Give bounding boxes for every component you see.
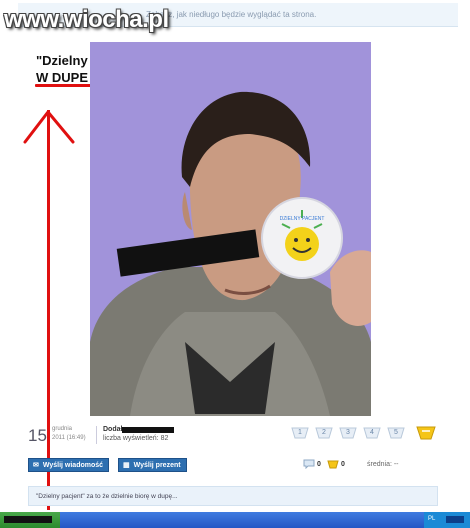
comment-preview-box[interactable]: "Dzielny pacjent" za to że dzielnie bior… bbox=[28, 486, 438, 506]
language-indicator[interactable]: PL bbox=[428, 516, 435, 522]
author-redaction bbox=[122, 427, 174, 433]
screenshot-page: Zobacz, jak niedługo będzie wyglądać ta … bbox=[0, 0, 470, 528]
rating-option-5[interactable]: 5 bbox=[386, 425, 406, 441]
rating-option-4[interactable]: 4 bbox=[362, 425, 382, 441]
photo-illustration: DZIELNY PACJENT bbox=[90, 42, 371, 416]
post-photo[interactable]: DZIELNY PACJENT bbox=[90, 42, 371, 416]
site-logo-watermark: www.wiocha.pl bbox=[4, 6, 169, 33]
start-label-redaction bbox=[4, 516, 52, 523]
rating-option-label: 4 bbox=[370, 429, 374, 436]
rating-option-label: 2 bbox=[322, 429, 326, 436]
os-taskbar: PL bbox=[0, 512, 470, 528]
rating-option-3[interactable]: 3 bbox=[338, 425, 358, 441]
annotation-arrow-shaft bbox=[47, 110, 50, 510]
rating-option-label: 5 bbox=[394, 429, 398, 436]
comment-count: 0 bbox=[317, 461, 321, 468]
start-button[interactable] bbox=[0, 512, 60, 528]
rating-option-1[interactable]: 1 bbox=[290, 425, 310, 441]
annotation-arrow-head-icon bbox=[23, 110, 75, 144]
views-count: liczba wyświetleń: 82 bbox=[103, 435, 169, 442]
annotation-underline-2 bbox=[35, 84, 93, 87]
send-message-label: Wyślij wiadomość bbox=[42, 461, 104, 469]
sticker-text: DZIELNY PACJENT bbox=[280, 216, 325, 222]
meta-divider bbox=[96, 426, 97, 444]
added-by-label: Dodał bbox=[103, 426, 123, 433]
rating-option-label: 3 bbox=[346, 429, 350, 436]
post-date-day: 15 bbox=[28, 426, 47, 445]
system-tray: PL bbox=[424, 512, 470, 528]
trophy-icon[interactable] bbox=[414, 424, 438, 442]
banner-text[interactable]: Zobacz, jak niedługo będzie wyglądać ta … bbox=[146, 10, 316, 19]
envelope-icon: ✉ bbox=[33, 462, 39, 469]
average-rating: średnia: -- bbox=[367, 461, 399, 468]
clock-redaction bbox=[446, 516, 464, 523]
comment-preview-text: "Dzielny pacjent" za to że dzielnie bior… bbox=[36, 493, 178, 500]
gift-count: 0 bbox=[341, 461, 345, 468]
rating-option-2[interactable]: 2 bbox=[314, 425, 334, 441]
gift-count-icon bbox=[327, 460, 339, 469]
send-gift-button[interactable]: ▦ Wyślij prezent bbox=[118, 458, 187, 472]
send-message-button[interactable]: ✉ Wyślij wiadomość bbox=[28, 458, 110, 472]
gift-icon: ▦ bbox=[123, 462, 130, 469]
post-date-time: 2011 (16:49) bbox=[52, 435, 86, 441]
rating-option-label: 1 bbox=[298, 429, 302, 436]
post-date-month: grudnia bbox=[52, 426, 73, 432]
comment-icon bbox=[303, 459, 315, 469]
send-gift-label: Wyślij prezent bbox=[133, 461, 181, 469]
